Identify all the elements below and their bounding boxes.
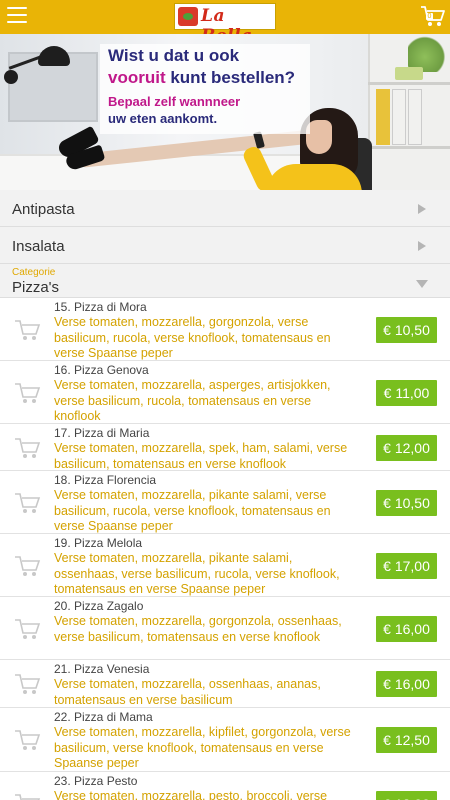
promo-banner[interactable]: Wist u dat u ook vooruit kunt bestellen?…	[0, 34, 450, 190]
list-item[interactable]: 20. Pizza Zagalo Verse tomaten, mozzarel…	[0, 597, 450, 660]
category-insalata[interactable]: Insalata	[0, 227, 450, 264]
item-name: 17. Pizza di Maria	[54, 426, 150, 440]
la-bella-logo[interactable]: La Bella	[174, 3, 276, 46]
item-price-button[interactable]: € 17,00	[376, 553, 437, 579]
banner-torso-graphic	[266, 164, 362, 190]
banner-headline-1: Wist u dat u ook	[108, 46, 240, 65]
category-label: Pizza's	[12, 279, 60, 296]
banner-clock-graphic	[395, 67, 423, 80]
banner-lamp-graphic	[4, 70, 18, 84]
list-item[interactable]: 22. Pizza di Mama Verse tomaten, mozzare…	[0, 708, 450, 772]
item-description: Verse tomaten, mozzarella, pikante salam…	[54, 551, 340, 597]
item-description: Verse tomaten, mozzarella, asperges, art…	[54, 378, 331, 424]
pizza-logo-icon	[178, 7, 198, 26]
category-caption: Categorie	[12, 267, 56, 278]
add-to-cart-icon[interactable]	[14, 672, 42, 696]
shopping-cart-icon	[421, 6, 445, 26]
banner-subline-1: Bepaal zelf wannneer	[108, 94, 241, 109]
item-price-button[interactable]: € 11,00	[376, 380, 437, 406]
item-name: 19. Pizza Melola	[54, 536, 143, 550]
banner-binder-graphic	[376, 89, 390, 145]
banner-binder-graphic	[392, 89, 406, 145]
item-name: 18. Pizza Florencia	[54, 473, 157, 487]
add-to-cart-icon[interactable]	[14, 318, 42, 342]
add-to-cart-icon[interactable]	[14, 436, 42, 460]
item-name: 23. Pizza Pesto	[54, 774, 138, 788]
banner-headline-2: vooruit kunt bestellen?	[108, 68, 295, 88]
list-item[interactable]: 23. Pizza Pesto Verse tomaten, mozzarell…	[0, 772, 450, 800]
item-name: 21. Pizza Venesia	[54, 662, 150, 676]
item-price-button[interactable]: € 12,50	[376, 727, 437, 753]
banner-headline-accent: vooruit	[108, 68, 166, 87]
list-item[interactable]: 16. Pizza Genova Verse tomaten, mozzarel…	[0, 361, 450, 424]
banner-shelf-line	[368, 82, 450, 85]
item-price-button[interactable]: € 10,50	[376, 490, 437, 516]
list-item[interactable]: 21. Pizza Venesia Verse tomaten, mozzare…	[0, 660, 450, 708]
pizza-list[interactable]: 15. Pizza di Mora Verse tomaten, mozzare…	[0, 298, 450, 800]
list-item[interactable]: 17. Pizza di Maria Verse tomaten, mozzar…	[0, 424, 450, 471]
item-description: Verse tomaten, mozzarella, kipfilet, gor…	[54, 725, 351, 771]
item-name: 22. Pizza di Mama	[54, 710, 153, 724]
banner-lamp-head-graphic	[38, 46, 70, 66]
item-price-button[interactable]: € 16,00	[376, 671, 437, 697]
category-label: Insalata	[12, 238, 65, 255]
item-description: Verse tomaten, mozzarella, gorgonzola, v…	[54, 315, 331, 361]
banner-headline-mid: kunt	[170, 68, 207, 87]
item-description: Verse tomaten, mozzarella, gorgonzola, o…	[54, 614, 342, 644]
add-to-cart-icon[interactable]	[14, 491, 42, 515]
banner-shelf-line	[368, 146, 450, 149]
category-pizzas-dropdown[interactable]: Categorie Pizza's	[0, 264, 450, 298]
list-item[interactable]: 15. Pizza di Mora Verse tomaten, mozzare…	[0, 298, 450, 361]
shopping-cart-button[interactable]: 0	[420, 4, 446, 28]
item-description: Verse tomaten, mozzarella, pesto, brocco…	[54, 789, 328, 800]
banner-headline-end: bestellen?	[210, 68, 296, 87]
category-label: Antipasta	[12, 201, 75, 218]
item-name: 16. Pizza Genova	[54, 363, 149, 377]
item-description: Verse tomaten, mozzarella, ossenhaas, an…	[54, 677, 321, 707]
banner-binder-graphic	[408, 89, 422, 145]
item-price-button[interactable]: € 16,00	[376, 616, 437, 642]
chevron-right-icon	[418, 241, 426, 251]
item-description: Verse tomaten, mozzarella, pikante salam…	[54, 488, 331, 534]
add-to-cart-icon[interactable]	[14, 381, 42, 405]
item-price-button[interactable]: € 12,00	[376, 791, 437, 800]
list-item[interactable]: 18. Pizza Florencia Verse tomaten, mozza…	[0, 471, 450, 534]
hamburger-menu-icon[interactable]	[7, 7, 27, 25]
chevron-down-icon	[416, 280, 428, 288]
list-item[interactable]: 19. Pizza Melola Verse tomaten, mozzarel…	[0, 534, 450, 597]
item-name: 20. Pizza Zagalo	[54, 599, 144, 613]
item-price-button[interactable]: € 10,50	[376, 317, 437, 343]
add-to-cart-icon[interactable]	[14, 792, 42, 800]
chevron-right-icon	[418, 204, 426, 214]
add-to-cart-icon[interactable]	[14, 554, 42, 578]
item-description: Verse tomaten, mozzarella, spek, ham, sa…	[54, 441, 348, 471]
cart-count-badge: 0	[426, 13, 433, 20]
add-to-cart-icon[interactable]	[14, 617, 42, 641]
add-to-cart-icon[interactable]	[14, 728, 42, 752]
banner-subline-2: uw eten aankomt.	[108, 111, 218, 126]
item-name: 15. Pizza di Mora	[54, 300, 147, 314]
item-price-button[interactable]: € 12,00	[376, 435, 437, 461]
top-app-bar: La Bella 0	[0, 0, 450, 46]
category-antipasta[interactable]: Antipasta	[0, 190, 450, 227]
